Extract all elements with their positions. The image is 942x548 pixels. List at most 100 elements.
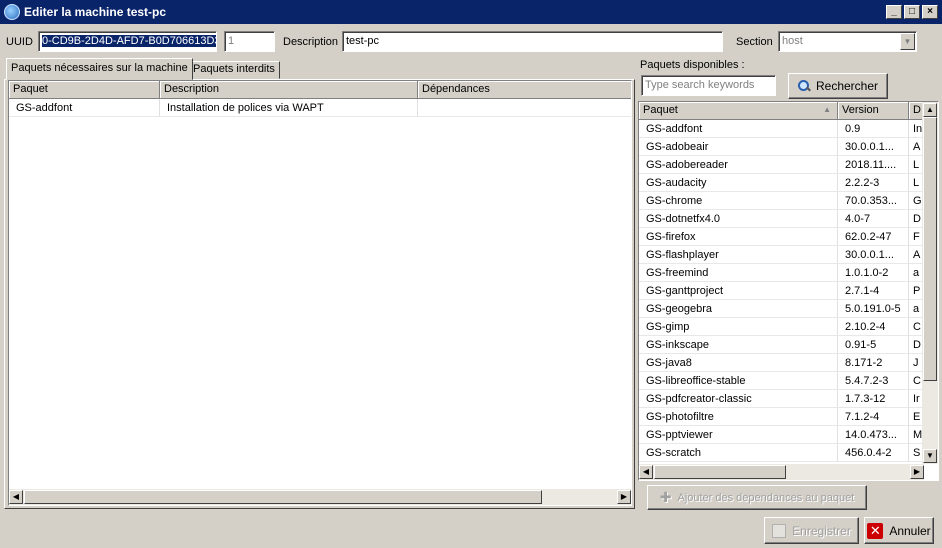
cell-package: GS-pptviewer — [639, 426, 838, 444]
cell-version: 5.4.7.2-3 — [838, 372, 909, 390]
wapt-app-icon — [4, 4, 20, 20]
cell-package: GS-ganttproject — [639, 282, 838, 300]
cell-package: GS-gimp — [639, 318, 838, 336]
column-header-dependencies[interactable]: Dépendances — [418, 81, 631, 99]
cell-dependencies — [418, 99, 631, 117]
table-row[interactable]: GS-geogebra 5.0.191.0-5 a — [639, 300, 924, 318]
available-grid-hscrollbar[interactable]: ◀ ▶ — [639, 464, 924, 480]
cell-version: 2.10.2-4 — [838, 318, 909, 336]
table-row[interactable]: GS-photofiltre 7.1.2-4 E — [639, 408, 924, 426]
column-header-package[interactable]: Paquet — [9, 81, 160, 99]
cell-package: GS-scratch — [639, 444, 838, 462]
cell-version: 7.1.2-4 — [838, 408, 909, 426]
table-row[interactable]: GS-java8 8.171-2 J — [639, 354, 924, 372]
table-row[interactable]: GS-dotnetfx4.0 4.0-7 D — [639, 210, 924, 228]
column-header-d[interactable]: D — [909, 102, 923, 120]
table-row[interactable]: GS-addfont 0.9 In — [639, 120, 924, 138]
table-row[interactable]: GS-pdfcreator-classic 1.7.3-12 Ir — [639, 390, 924, 408]
table-row[interactable]: GS-gimp 2.10.2-4 C — [639, 318, 924, 336]
sort-ascending-icon: ▲ — [823, 105, 831, 114]
table-row[interactable]: GS-firefox 62.0.2-47 F — [639, 228, 924, 246]
table-row[interactable]: GS-libreoffice-stable 5.4.7.2-3 C — [639, 372, 924, 390]
scroll-right-icon[interactable]: ▶ — [617, 490, 631, 504]
cell-version: 1.7.3-12 — [838, 390, 909, 408]
chevron-down-icon[interactable]: ▼ — [900, 33, 915, 50]
scroll-down-icon[interactable]: ▼ — [923, 449, 937, 463]
column-header-description[interactable]: Description — [160, 81, 418, 99]
scroll-left-icon[interactable]: ◀ — [9, 490, 23, 504]
cell-version: 5.0.191.0-5 — [838, 300, 909, 318]
column-header-package[interactable]: Paquet ▲ — [639, 102, 838, 120]
table-row[interactable]: GS-audacity 2.2.2-3 L — [639, 174, 924, 192]
cell-version: 2.7.1-4 — [838, 282, 909, 300]
table-row[interactable]: GS-addfont Installation de polices via W… — [9, 99, 631, 117]
section-label: Section — [736, 36, 773, 48]
cell-version: 1.0.1.0-2 — [838, 264, 909, 282]
save-button[interactable]: Enregistrer — [764, 517, 859, 544]
cell-package: GS-addfont — [9, 99, 160, 117]
table-row[interactable]: GS-ganttproject 2.7.1-4 P — [639, 282, 924, 300]
tab-forbidden-packages[interactable]: Paquets interdits — [188, 61, 280, 79]
close-icon[interactable]: × — [922, 5, 938, 19]
search-input[interactable]: Type search keywords — [641, 75, 776, 96]
scroll-thumb[interactable] — [923, 117, 937, 381]
save-button-label: Enregistrer — [792, 523, 851, 538]
table-row[interactable]: GS-freemind 1.0.1.0-2 a — [639, 264, 924, 282]
table-row[interactable]: GS-chrome 70.0.353... G — [639, 192, 924, 210]
cancel-button[interactable]: ✕ Annuler — [864, 517, 934, 544]
table-row[interactable]: GS-adobeair 30.0.0.1... A — [639, 138, 924, 156]
available-packages-label: Paquets disponibles : — [640, 59, 745, 71]
minimize-icon[interactable]: _ — [886, 5, 902, 19]
table-row[interactable]: GS-pptviewer 14.0.473... M — [639, 426, 924, 444]
available-grid-vscrollbar[interactable]: ▲ ▼ — [922, 102, 938, 464]
save-icon — [772, 523, 787, 538]
uuid-input[interactable]: 0-CD9B-2D4D-AFD7-B0D706613D37 — [38, 31, 217, 52]
available-grid-body: GS-addfont 0.9 In GS-adobeair 30.0.0.1... A GS… — [639, 120, 924, 462]
cell-package: GS-flashplayer — [639, 246, 838, 264]
search-icon — [797, 80, 810, 92]
description-input[interactable]: test-pc — [342, 31, 723, 52]
column-header-version[interactable]: Version — [838, 102, 909, 120]
cell-version: 4.0-7 — [838, 210, 909, 228]
cell-version: 456.0.4-2 — [838, 444, 909, 462]
cell-package: GS-java8 — [639, 354, 838, 372]
cell-description: Installation de polices via WAPT — [160, 99, 418, 117]
scroll-up-icon[interactable]: ▲ — [923, 103, 937, 117]
scroll-right-icon[interactable]: ▶ — [910, 465, 924, 479]
add-dependencies-button[interactable]: ✚ Ajouter des dependances au paquet — [647, 485, 867, 510]
scroll-left-icon[interactable]: ◀ — [639, 465, 653, 479]
search-button[interactable]: Rechercher — [788, 73, 888, 99]
cell-package: GS-libreoffice-stable — [639, 372, 838, 390]
cell-version: 0.91-5 — [838, 336, 909, 354]
search-button-label: Rechercher — [815, 79, 879, 93]
cell-version: 0.9 — [838, 120, 909, 138]
cell-package: GS-pdfcreator-classic — [639, 390, 838, 408]
section-select[interactable]: host ▼ — [778, 31, 917, 52]
search-placeholder: Type search keywords — [645, 79, 755, 91]
cell-package: GS-dotnetfx4.0 — [639, 210, 838, 228]
scroll-thumb[interactable] — [654, 465, 786, 479]
table-row[interactable]: GS-adobereader 2018.11.... L — [639, 156, 924, 174]
table-row[interactable]: GS-scratch 456.0.4-2 S — [639, 444, 924, 462]
scroll-thumb[interactable] — [24, 490, 542, 504]
cancel-button-label: Annuler — [889, 523, 931, 538]
cell-package: GS-inkscape — [639, 336, 838, 354]
table-row[interactable]: GS-flashplayer 30.0.0.1... A — [639, 246, 924, 264]
count-input[interactable]: 1 — [224, 31, 275, 52]
cell-package: GS-adobereader — [639, 156, 838, 174]
maximize-icon[interactable]: □ — [904, 5, 920, 19]
table-row[interactable]: GS-inkscape 0.91-5 D — [639, 336, 924, 354]
cell-version: 2018.11.... — [838, 156, 909, 174]
cell-package: GS-firefox — [639, 228, 838, 246]
window-titlebar: Editer la machine test-pc _ □ × — [0, 0, 942, 24]
required-grid-hscrollbar[interactable]: ◀ ▶ — [9, 489, 631, 505]
add-dependencies-label: Ajouter des dependances au paquet — [677, 491, 855, 504]
cell-version: 70.0.353... — [838, 192, 909, 210]
required-packages-grid[interactable]: Paquet Description Dépendances GS-addfon… — [8, 80, 632, 506]
cell-package: GS-adobeair — [639, 138, 838, 156]
cell-package: GS-audacity — [639, 174, 838, 192]
tab-required-packages[interactable]: Paquets nécessaires sur la machine — [6, 58, 193, 80]
cell-version: 2.2.2-3 — [838, 174, 909, 192]
cell-version: 30.0.0.1... — [838, 246, 909, 264]
available-packages-grid[interactable]: Paquet ▲ Version D GS-addfont 0.9 In GS-ado… — [638, 101, 939, 481]
